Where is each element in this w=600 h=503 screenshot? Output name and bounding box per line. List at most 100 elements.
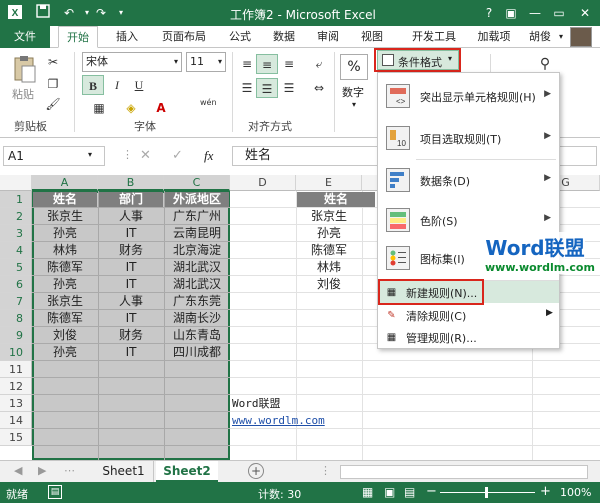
sheet-grip-icon[interactable]: ⋮: [320, 464, 331, 477]
cut-icon[interactable]: ✂: [42, 52, 64, 72]
merge-center-icon[interactable]: ⇔: [308, 78, 330, 98]
tab-developer[interactable]: 开发工具: [404, 26, 464, 48]
avatar[interactable]: [570, 27, 592, 47]
find-icon[interactable]: ⚲: [534, 54, 556, 74]
row-header[interactable]: 6: [0, 276, 32, 293]
font-name-select[interactable]: 宋体 ▾: [82, 52, 182, 72]
column-header[interactable]: C: [164, 175, 230, 191]
table-cell[interactable]: 山东青岛: [164, 327, 230, 344]
sheet-tab[interactable]: Sheet1: [94, 461, 154, 482]
row-header[interactable]: 10: [0, 344, 32, 361]
table-cell[interactable]: 孙亮: [32, 276, 98, 293]
zoom-slider-thumb[interactable]: [485, 487, 488, 498]
table-cell[interactable]: 林炜: [32, 242, 98, 259]
row-header[interactable]: 7: [0, 293, 32, 310]
table-cell[interactable]: 人事: [98, 208, 164, 225]
table-header-cell[interactable]: 姓名: [33, 192, 97, 207]
menu-item-clear-rules[interactable]: ✎ 清除规则(C) ▶: [378, 304, 559, 326]
italic-button[interactable]: I: [106, 75, 128, 95]
align-bottom-icon[interactable]: ≡: [278, 54, 300, 74]
table-cell[interactable]: 张京生: [32, 293, 98, 310]
side-cell[interactable]: 刘俊: [296, 276, 362, 293]
table-cell[interactable]: 人事: [98, 293, 164, 310]
table-cell[interactable]: 财务: [98, 242, 164, 259]
ribbon-display-icon[interactable]: ▣: [500, 2, 522, 24]
row-header[interactable]: 5: [0, 259, 32, 276]
side-cell[interactable]: 林炜: [296, 259, 362, 276]
table-cell[interactable]: 张京生: [32, 208, 98, 225]
add-sheet-button[interactable]: +: [248, 463, 264, 479]
minimize-button[interactable]: —: [524, 2, 546, 24]
normal-view-icon[interactable]: ▦: [362, 485, 373, 499]
note-cell[interactable]: Word联盟: [232, 395, 281, 412]
wrap-text-icon[interactable]: ⤶: [308, 54, 330, 74]
align-top-icon[interactable]: ≡: [236, 54, 258, 74]
table-cell[interactable]: 陈德军: [32, 310, 98, 327]
row-header[interactable]: 14: [0, 412, 32, 429]
scroll-left-icon[interactable]: ◀: [14, 464, 22, 477]
paste-icon[interactable]: [12, 54, 38, 84]
table-header-cell[interactable]: 外派地区: [165, 192, 229, 207]
tab-insert[interactable]: 插入: [108, 26, 146, 48]
format-painter-icon[interactable]: 🖌: [42, 94, 64, 114]
insert-function-button[interactable]: fx: [204, 148, 213, 164]
borders-icon[interactable]: ▦: [88, 98, 110, 118]
menu-item-highlight-rules[interactable]: <> 突出显示单元格规则(H) ▶: [378, 77, 559, 115]
table-cell[interactable]: 财务: [98, 327, 164, 344]
row-header[interactable]: 2: [0, 208, 32, 225]
zoom-in-button[interactable]: +: [540, 484, 551, 499]
row-header[interactable]: 11: [0, 361, 32, 378]
table-cell[interactable]: 湖北武汉: [164, 276, 230, 293]
row-header[interactable]: 1: [0, 191, 32, 208]
help-icon[interactable]: ?: [478, 2, 500, 24]
table-cell[interactable]: 云南昆明: [164, 225, 230, 242]
table-cell[interactable]: IT: [98, 225, 164, 242]
table-cell[interactable]: 孙亮: [32, 225, 98, 242]
undo-icon[interactable]: ↶: [60, 4, 78, 22]
page-break-view-icon[interactable]: ▤: [404, 485, 415, 499]
table-cell[interactable]: 湖北武汉: [164, 259, 230, 276]
column-header[interactable]: B: [98, 175, 164, 191]
zoom-out-button[interactable]: −: [426, 484, 437, 499]
paste-button[interactable]: 粘贴: [12, 86, 34, 102]
tab-file[interactable]: 文件: [0, 26, 50, 48]
user-dropdown-icon[interactable]: ▾: [556, 26, 566, 48]
row-header[interactable]: 15: [0, 429, 32, 446]
table-cell[interactable]: IT: [98, 344, 164, 361]
underline-button[interactable]: U: [128, 75, 150, 95]
side-cell[interactable]: 陈德军: [296, 242, 362, 259]
table-cell[interactable]: IT: [98, 259, 164, 276]
table-header-cell[interactable]: 部门: [99, 192, 163, 207]
redo-icon[interactable]: ↷: [92, 4, 110, 22]
table-cell[interactable]: IT: [98, 310, 164, 327]
side-header-cell[interactable]: 姓名: [297, 192, 375, 207]
save-icon[interactable]: [34, 4, 52, 22]
side-cell[interactable]: 张京生: [296, 208, 362, 225]
column-header[interactable]: E: [296, 175, 362, 191]
menu-item-manage-rules[interactable]: ▦ 管理规则(R)...: [378, 326, 559, 348]
table-cell[interactable]: 广东广州: [164, 208, 230, 225]
tab-page-layout[interactable]: 页面布局: [152, 26, 216, 48]
table-cell[interactable]: 湖南长沙: [164, 310, 230, 327]
tab-addins[interactable]: 加载项: [470, 26, 518, 48]
table-cell[interactable]: 北京海淀: [164, 242, 230, 259]
menu-item-top-bottom-rules[interactable]: 10 项目选取规则(T) ▶: [378, 119, 559, 157]
table-cell[interactable]: IT: [98, 276, 164, 293]
menu-item-data-bars[interactable]: 数据条(D) ▶: [378, 161, 559, 199]
column-header[interactable]: A: [32, 175, 98, 191]
tab-formulas[interactable]: 公式: [222, 26, 258, 48]
more-sheets-icon[interactable]: ⋯: [64, 464, 75, 477]
table-cell[interactable]: 四川成都: [164, 344, 230, 361]
cancel-icon[interactable]: ✕: [140, 148, 151, 163]
page-layout-view-icon[interactable]: ▣: [384, 485, 395, 499]
enter-icon[interactable]: ✓: [172, 148, 183, 163]
tab-data[interactable]: 数据: [266, 26, 302, 48]
tab-view[interactable]: 视图: [354, 26, 390, 48]
align-center-icon[interactable]: ☰: [256, 78, 278, 98]
customize-qat-icon[interactable]: ▾: [112, 4, 130, 22]
tab-review[interactable]: 审阅: [310, 26, 346, 48]
side-cell[interactable]: 孙亮: [296, 225, 362, 242]
table-cell[interactable]: 孙亮: [32, 344, 98, 361]
phonetic-button[interactable]: wén: [200, 98, 217, 107]
close-button[interactable]: ✕: [574, 2, 596, 24]
